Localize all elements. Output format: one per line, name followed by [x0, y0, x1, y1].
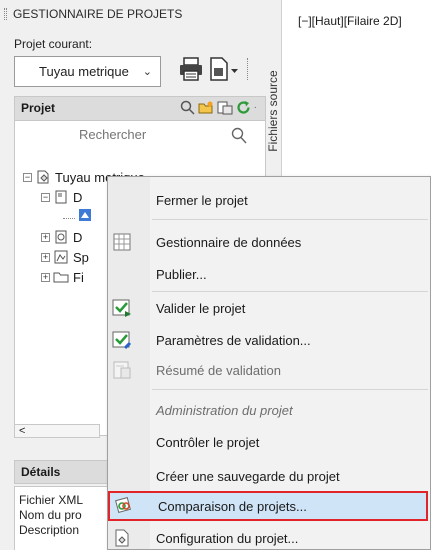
menu-item-control-project[interactable]: Contrôler le projet: [108, 429, 430, 455]
tree-expander[interactable]: +: [41, 272, 50, 282]
tree-item-label: Fi: [73, 269, 84, 285]
details-line: Description: [19, 523, 80, 537]
chevron-down-icon: ⌄: [142, 66, 152, 78]
publish-icon: [210, 57, 238, 81]
project-search-input[interactable]: [79, 127, 219, 142]
folder-icon: [53, 272, 69, 283]
toolbar-separator: [247, 58, 248, 80]
project-context-menu: Fermer le projet Gestionnaire de données…: [107, 176, 431, 550]
scroll-left-arrow[interactable]: <: [19, 425, 25, 437]
menu-item-label: Valider le projet: [156, 300, 246, 316]
properties-icon[interactable]: [217, 100, 233, 115]
tree-item-files[interactable]: + Fi: [41, 267, 84, 287]
tree-expander[interactable]: +: [41, 232, 50, 242]
print-button[interactable]: [177, 54, 205, 84]
menu-separator: [152, 291, 428, 292]
project-icon: [37, 170, 49, 184]
menu-item-validation-summary[interactable]: Résumé de validation: [108, 357, 430, 383]
tree-expander[interactable]: +: [41, 252, 50, 262]
menu-item-label: Résumé de validation: [156, 362, 282, 378]
tab-source-files[interactable]: Fichiers source: [265, 56, 282, 176]
menu-item-label: Comparaison de projets...: [158, 498, 307, 514]
tree-item-drawing-file[interactable]: [63, 205, 97, 225]
menu-item-publish[interactable]: Publier...: [108, 261, 430, 287]
menu-item-validation-settings[interactable]: Paramètres de validation...: [108, 327, 430, 353]
project-search-row: [15, 123, 265, 149]
palette-title-text: GESTIONNAIRE DE PROJETS: [13, 7, 183, 21]
tree-item-label: D: [73, 189, 83, 205]
drawings-folder-icon: [55, 230, 67, 244]
menu-separator: [152, 389, 428, 390]
menu-item-label: Paramètres de validation...: [156, 332, 311, 348]
tree-expander[interactable]: −: [23, 172, 32, 182]
current-project-dropdown[interactable]: Tuyau metrique ⌄: [14, 56, 161, 87]
spec-folder-icon: [54, 250, 68, 264]
drag-grip-icon[interactable]: [4, 8, 7, 20]
menu-section-administration: Administration du projet: [108, 397, 430, 423]
details-panel-header[interactable]: Détails: [14, 460, 114, 484]
menu-item-close-project[interactable]: Fermer le projet: [108, 187, 430, 213]
new-folder-icon[interactable]: [198, 100, 214, 115]
search-icon[interactable]: [180, 100, 195, 115]
menu-item-label: Publier...: [156, 266, 207, 282]
tree-item-specs[interactable]: + Sp: [41, 247, 89, 267]
validate-icon: [112, 299, 131, 317]
menu-item-label: Contrôler le projet: [156, 434, 260, 450]
overflow-dots-icon[interactable]: ·: [254, 102, 257, 113]
tree-item-drawings-2[interactable]: + D: [41, 227, 82, 247]
refresh-icon[interactable]: [236, 100, 251, 115]
project-panel-toolbar: ·: [180, 100, 257, 115]
menu-item-data-manager[interactable]: Gestionnaire de données: [108, 229, 430, 255]
menu-item-label: Fermer le projet: [156, 192, 248, 208]
printer-icon: [180, 57, 202, 81]
details-line: Fichier XML: [19, 493, 84, 507]
current-project-value: Tuyau metrique: [39, 64, 129, 79]
drawing-file-icon: [79, 209, 91, 221]
tree-item-drawings-1[interactable]: − D: [41, 187, 82, 207]
menu-item-validate-project[interactable]: Valider le projet: [108, 295, 430, 321]
compare-projects-icon: [115, 497, 131, 513]
tree-expander[interactable]: −: [41, 192, 50, 202]
menu-separator: [152, 219, 428, 220]
tree-item-label: Sp: [73, 249, 89, 265]
tree-item-label: D: [73, 229, 83, 245]
menu-item-project-setup[interactable]: Configuration du projet...: [108, 525, 430, 550]
menu-item-label: Créer une sauvegarde du projet: [156, 468, 340, 484]
viewport-controls-label[interactable]: [−][Haut][Filaire 2D]: [298, 14, 402, 28]
menu-item-label: Gestionnaire de données: [156, 234, 302, 250]
project-panel-header[interactable]: Projet ·: [15, 97, 265, 121]
palette-title[interactable]: GESTIONNAIRE DE PROJETS: [4, 6, 182, 22]
details-line: Nom du pro: [19, 508, 82, 522]
menu-item-label: Configuration du projet...: [156, 530, 299, 546]
menu-item-compare-projects[interactable]: Comparaison de projets...: [108, 491, 428, 521]
validation-summary-icon: [113, 361, 131, 379]
publish-dropdown-button[interactable]: [207, 54, 241, 84]
menu-item-create-backup[interactable]: Créer une sauvegarde du projet: [108, 463, 430, 489]
data-manager-icon: [113, 233, 131, 251]
horizontal-scrollbar[interactable]: <: [14, 424, 100, 438]
validation-settings-icon: [112, 331, 132, 350]
project-setup-icon: [115, 529, 129, 547]
search-icon[interactable]: [231, 127, 247, 144]
tab-source-files-label: Fichiers source: [266, 70, 280, 152]
menu-section-label: Administration du projet: [156, 402, 293, 418]
project-panel-title: Projet: [21, 101, 56, 115]
current-project-label: Projet courant:: [14, 37, 93, 51]
tree-connector: [63, 211, 75, 219]
details-panel: Fichier XML Nom du pro Description: [14, 486, 114, 550]
drawings-folder-icon: [55, 190, 67, 204]
